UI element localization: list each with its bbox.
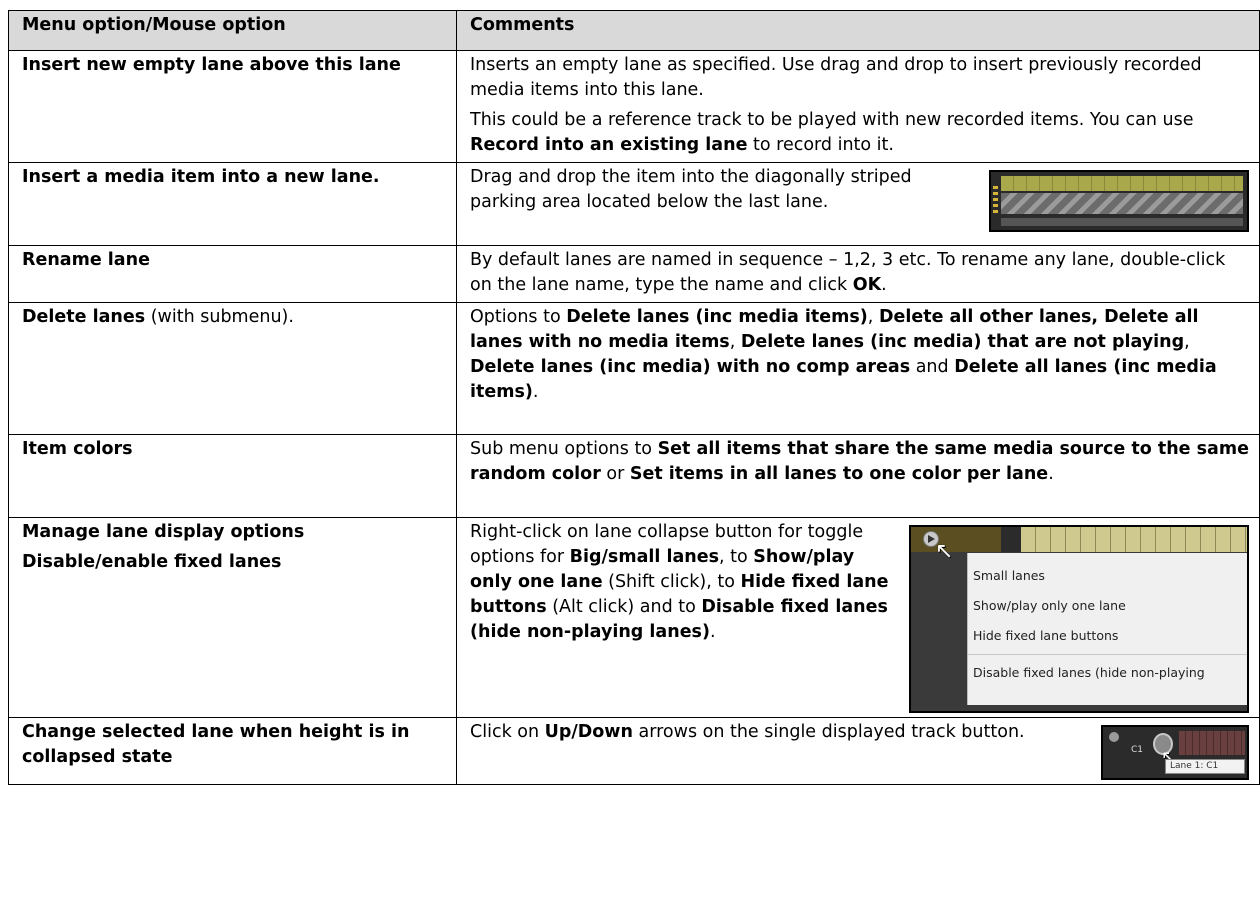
menu-item-hide-fixed-lane-buttons: Hide fixed lane buttons [973, 628, 1119, 643]
option-cell: Insert a media item into a new lane. [8, 162, 457, 246]
header-comments: Comments [456, 10, 1260, 51]
option-cell: Manage lane display options Disable/enab… [8, 517, 457, 718]
table-row: Insert new empty lane above this lane In… [8, 50, 1260, 163]
comment-paragraph: Sub menu options to Set all items that s… [470, 439, 1249, 484]
lane-label: C1 [1131, 745, 1144, 755]
table-row: Delete lanes (with submenu). Options to … [8, 302, 1260, 435]
comment-paragraph: Click on Up/Down arrows on the single di… [470, 722, 1025, 742]
mouse-cursor-icon: ↖ [935, 539, 954, 564]
menu-item-small-lanes: Small lanes [973, 568, 1045, 583]
comment-cell: Drag and drop the item into the diagonal… [456, 162, 1260, 246]
options-table: Menu option/Mouse option Comments Insert… [8, 10, 1260, 785]
table-row: Insert a media item into a new lane. Dra… [8, 162, 1260, 246]
table-row: Item colors Sub menu options to Set all … [8, 434, 1260, 518]
play-icon [1109, 732, 1119, 742]
header-menu-option: Menu option/Mouse option [8, 10, 457, 51]
bold-term: OK [852, 275, 882, 295]
comment-cell: Sub menu options to Set all items that s… [456, 434, 1260, 518]
comment-cell: By default lanes are named in sequence –… [456, 245, 1260, 303]
lane-tooltip: Lane 1: C1 [1165, 759, 1245, 774]
comment-paragraph: Options to Delete lanes (inc media items… [470, 307, 1217, 402]
menu-item-show-play-one-lane: Show/play only one lane [973, 598, 1126, 613]
menu-separator [968, 654, 1247, 655]
comment-cell: ↖ Small lanes Show/play only one lane Hi… [456, 517, 1260, 718]
table-row: Rename lane By default lanes are named i… [8, 245, 1260, 303]
striped-parking-area [1001, 193, 1243, 214]
context-menu-screenshot: ↖ Small lanes Show/play only one lane Hi… [909, 525, 1249, 713]
option-cell: Change selected lane when height is in c… [8, 717, 457, 785]
table-header-row: Menu option/Mouse option Comments [8, 10, 1260, 51]
comment-paragraph: Right-click on lane collapse button for … [470, 522, 889, 642]
lane-handle [993, 186, 998, 216]
collapsed-lane-screenshot: C1 ↖ Lane 1: C1 [1101, 725, 1249, 780]
bold-term: Record into an existing lane [470, 135, 748, 155]
option-line: Disable/enable fixed lanes [22, 552, 282, 572]
comment-paragraph: This could be a reference track to be pl… [470, 110, 1194, 155]
option-cell: Insert new empty lane above this lane [8, 50, 457, 163]
menu-item-disable-fixed-lanes: Disable fixed lanes (hide non-playing [973, 665, 1205, 680]
table-row: Change selected lane when height is in c… [8, 717, 1260, 785]
comment-paragraph: By default lanes are named in sequence –… [470, 250, 1226, 295]
comment-cell: Options to Delete lanes (inc media items… [456, 302, 1260, 435]
option-cell: Delete lanes (with submenu). [8, 302, 457, 435]
lane-bottom [1001, 218, 1243, 226]
comment-cell: Inserts an empty lane as specified. Use … [456, 50, 1260, 163]
context-menu: Small lanes Show/play only one lane Hide… [967, 553, 1247, 705]
option-cell: Item colors [8, 434, 457, 518]
option-cell: Rename lane [8, 245, 457, 303]
table-row: Manage lane display options Disable/enab… [8, 517, 1260, 718]
comment-paragraph: Drag and drop the item into the diagonal… [470, 167, 912, 212]
parking-area-screenshot [989, 170, 1249, 232]
lane-track [1001, 176, 1243, 191]
lane-item-grid [1179, 731, 1245, 755]
comment-cell: C1 ↖ Lane 1: C1 Click on Up/Down arrows … [456, 717, 1260, 785]
option-line: Manage lane display options [22, 522, 305, 542]
comment-paragraph: Inserts an empty lane as specified. Use … [470, 55, 1202, 100]
